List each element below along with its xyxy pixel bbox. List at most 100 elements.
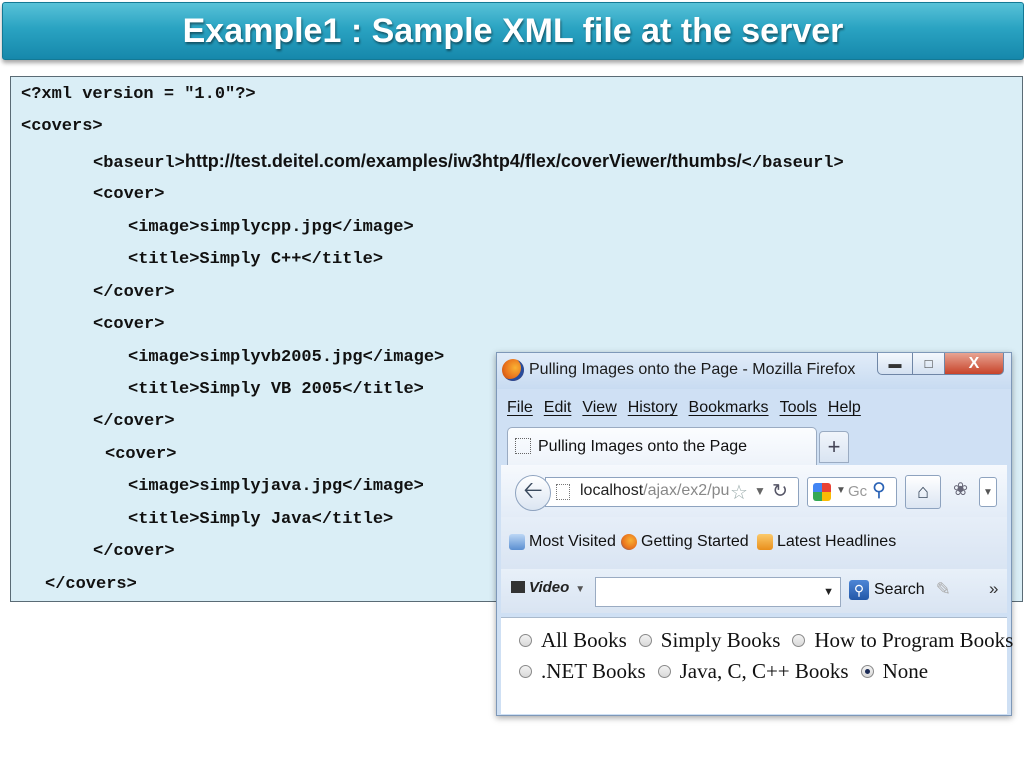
window-title: Pulling Images onto the Page - Mozilla F… (529, 361, 856, 378)
rss-feed-icon (757, 534, 773, 550)
google-icon[interactable] (813, 483, 831, 501)
firefox-logo-icon (502, 359, 524, 381)
radio-label: None (882, 659, 929, 683)
code-line: </cover> (93, 412, 175, 431)
video-camera-icon (511, 581, 525, 593)
tab-pulling-images[interactable]: Pulling Images onto the Page (507, 427, 817, 465)
radio-label: Simply Books (660, 628, 781, 652)
radio-label: .NET Books (541, 659, 646, 683)
code-line: <image>simplyjava.jpg</image> (128, 477, 424, 496)
menu-history[interactable]: History (628, 399, 678, 421)
highlighter-icon[interactable]: ✎ (936, 579, 951, 600)
radio-option-none[interactable]: None (860, 659, 929, 684)
radio-button[interactable] (657, 665, 671, 678)
code-line: <cover> (93, 185, 165, 204)
radio-label: Java, C, C++ Books (679, 659, 849, 683)
close-button[interactable]: X (944, 353, 1004, 375)
radio-button[interactable] (792, 634, 806, 647)
url-text: localhost/ajax/ex2/pu (580, 482, 729, 500)
bookmark-label: Getting Started (641, 533, 749, 550)
code-line: <cover> (93, 315, 165, 334)
radio-button-selected[interactable] (860, 665, 874, 678)
code-line: <title>Simply C++</title> (128, 250, 384, 269)
code-line-baseurl: <baseurl>http://test.deitel.com/examples… (93, 151, 844, 174)
bookmark-label: Most Visited (529, 533, 616, 550)
overflow-chevron-icon[interactable]: » (989, 579, 998, 599)
video-toolbar: Video ▼ ▼ ⚲ Search ✎ » (501, 569, 1007, 613)
site-identity-icon (556, 484, 570, 500)
url-path: /ajax/ex2/pu (643, 482, 730, 499)
radio-button[interactable] (519, 665, 532, 678)
magnifier-icon[interactable]: ⚲ (872, 479, 886, 502)
bookmark-most-visited[interactable]: Most Visited (509, 533, 616, 551)
chevron-down-icon[interactable]: ▼ (754, 484, 766, 498)
radio-label: How to Program Books (814, 628, 1014, 652)
code-line: </covers> (45, 575, 137, 594)
tab-label: Pulling Images onto the Page (538, 438, 748, 455)
new-tab-button[interactable]: + (819, 431, 849, 463)
reload-icon[interactable]: ↻ (772, 480, 788, 503)
baseurl-close-tag: </baseurl> (741, 154, 844, 173)
code-line: <image>simplycpp.jpg</image> (128, 218, 414, 237)
video-search-input[interactable]: ▼ (595, 577, 841, 607)
chevron-down-icon[interactable]: ▼ (823, 586, 834, 598)
search-engine-placeholder: Gc (848, 483, 868, 500)
code-line: <title>Simply Java</title> (128, 510, 394, 529)
maximize-button[interactable]: □ (912, 353, 945, 375)
toolbar-dropdown[interactable]: ▼ (979, 477, 997, 507)
radio-option-all-books[interactable]: All Books (519, 628, 627, 653)
baseurl-open-tag: <baseurl> (93, 154, 185, 173)
menu-bookmarks[interactable]: Bookmarks (689, 399, 769, 421)
addon-icon[interactable]: ❀ (953, 479, 968, 500)
address-bar[interactable]: localhost/ajax/ex2/pu ☆ ▼ ↻ (545, 477, 799, 507)
radio-row: .NET Books Java, C, C++ Books None (519, 659, 940, 684)
search-button-label: Search (874, 580, 925, 598)
menu-edit[interactable]: Edit (544, 399, 572, 421)
code-line: <covers> (21, 117, 103, 136)
chevron-down-icon: ▼ (983, 486, 993, 498)
code-line: </cover> (93, 542, 175, 561)
back-button[interactable]: 🡠 (515, 475, 551, 511)
navigation-toolbar: localhost/ajax/ex2/pu ☆ ▼ ↻ 🡠 ▼ Gc ⚲ ⌂ ❀… (501, 465, 1007, 517)
home-button[interactable]: ⌂ (905, 475, 941, 509)
video-search-button[interactable]: ⚲ Search ✎ (849, 579, 951, 600)
minimize-icon: ▬ (888, 356, 902, 371)
radio-button[interactable] (519, 634, 532, 647)
radio-option-java-c-cpp-books[interactable]: Java, C, C++ Books (657, 659, 849, 684)
chevron-down-icon: ▼ (575, 584, 586, 595)
code-line: <title>Simply VB 2005</title> (128, 380, 424, 399)
back-arrow-icon: 🡠 (523, 476, 543, 504)
menu-tools[interactable]: Tools (780, 399, 817, 421)
radio-option-net-books[interactable]: .NET Books (519, 659, 646, 684)
radio-option-how-to-program-books[interactable]: How to Program Books (792, 628, 1013, 653)
firefox-window: Pulling Images onto the Page - Mozilla F… (496, 352, 1013, 716)
chevron-down-icon[interactable]: ▼ (836, 485, 846, 496)
bookmark-latest-headlines[interactable]: Latest Headlines (757, 533, 896, 551)
slide-title-bar: Example1 : Sample XML file at the server (2, 2, 1024, 60)
minimize-button[interactable]: ▬ (877, 353, 913, 375)
search-engine-box[interactable]: ▼ Gc ⚲ (807, 477, 897, 507)
menu-view[interactable]: View (582, 399, 616, 421)
home-icon: ⌂ (916, 480, 930, 503)
slide-title: Example1 : Sample XML file at the server (182, 11, 844, 50)
radio-row: All Books Simply Books How to Program Bo… (519, 628, 1024, 653)
plus-icon: + (827, 434, 841, 459)
firefox-logo-icon (621, 534, 637, 550)
menu-file[interactable]: File (507, 399, 533, 421)
code-line: <cover> (105, 445, 177, 464)
radio-button[interactable] (638, 634, 652, 647)
menu-help[interactable]: Help (828, 399, 861, 421)
radio-option-simply-books[interactable]: Simply Books (638, 628, 781, 653)
baseurl-value: http://test.deitel.com/examples/iw3htp4/… (184, 151, 742, 171)
page-favicon-icon (515, 438, 531, 454)
video-label: Video (529, 579, 570, 596)
bookmark-getting-started[interactable]: Getting Started (621, 533, 749, 551)
bookmark-label: Latest Headlines (777, 533, 897, 550)
menu-bar: File Edit View History Bookmarks Tools H… (507, 399, 861, 421)
page-content: All Books Simply Books How to Program Bo… (501, 617, 1013, 714)
radio-label: All Books (541, 628, 627, 652)
code-line: </cover> (93, 283, 175, 302)
video-menu[interactable]: Video ▼ (511, 579, 585, 596)
star-icon[interactable]: ☆ (730, 480, 748, 505)
code-line: <?xml version = "1.0"?> (21, 85, 256, 104)
